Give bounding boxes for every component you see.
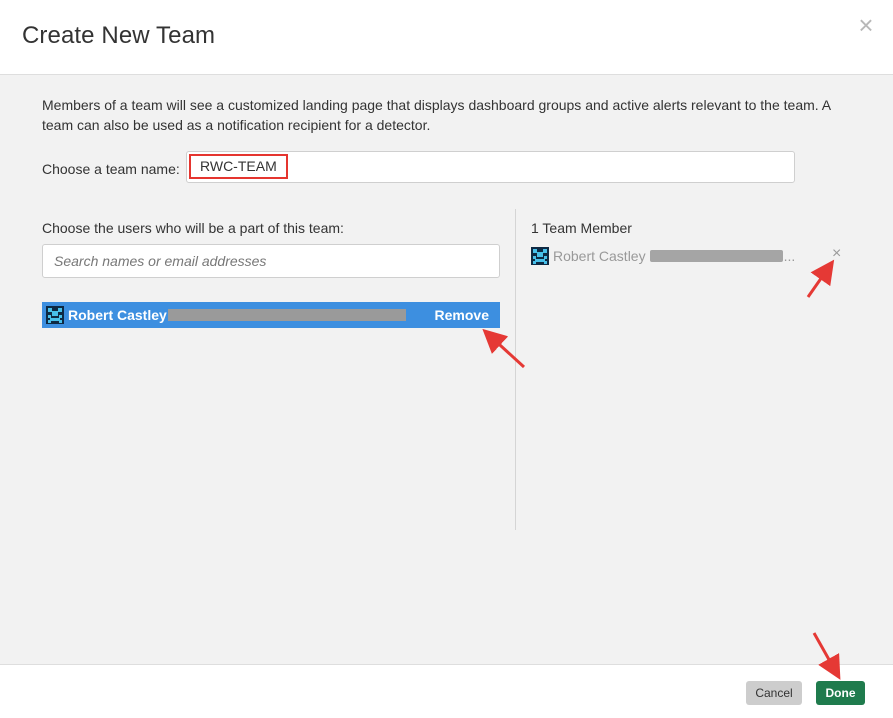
description-text: Members of a team will see a customized … xyxy=(42,97,831,133)
team-member-name: Robert Castley xyxy=(553,248,646,264)
remove-user-button[interactable]: Remove xyxy=(435,307,489,323)
user-avatar-icon xyxy=(531,247,549,265)
dialog-title: Create New Team xyxy=(22,22,216,49)
done-button[interactable]: Done xyxy=(816,681,865,705)
dialog-header: Create New Team × xyxy=(0,0,893,75)
user-avatar-icon xyxy=(46,306,64,324)
cancel-button[interactable]: Cancel xyxy=(746,681,802,705)
close-icon[interactable]: × xyxy=(855,12,877,38)
users-label: Choose the users who will be a part of t… xyxy=(42,220,344,236)
user-search-input[interactable] xyxy=(42,244,500,278)
redacted-email xyxy=(649,250,783,262)
team-name-value[interactable]: RWC-TEAM xyxy=(189,154,288,179)
column-divider xyxy=(515,209,516,530)
team-name-label: Choose a team name: xyxy=(42,161,180,177)
dialog-body: Members of a team will see a customized … xyxy=(0,75,893,664)
selected-user-row[interactable]: Robert Castley Remove xyxy=(42,302,500,328)
dialog-footer: Cancel Done xyxy=(0,664,893,718)
selected-user-name: Robert Castley xyxy=(68,307,167,323)
redacted-email xyxy=(167,309,406,321)
remove-member-icon[interactable]: × xyxy=(832,245,841,263)
team-member-item: Robert Castley ... × xyxy=(531,245,851,266)
team-member-count: 1 Team Member xyxy=(531,220,632,236)
truncation-ellipsis: ... xyxy=(783,248,796,264)
